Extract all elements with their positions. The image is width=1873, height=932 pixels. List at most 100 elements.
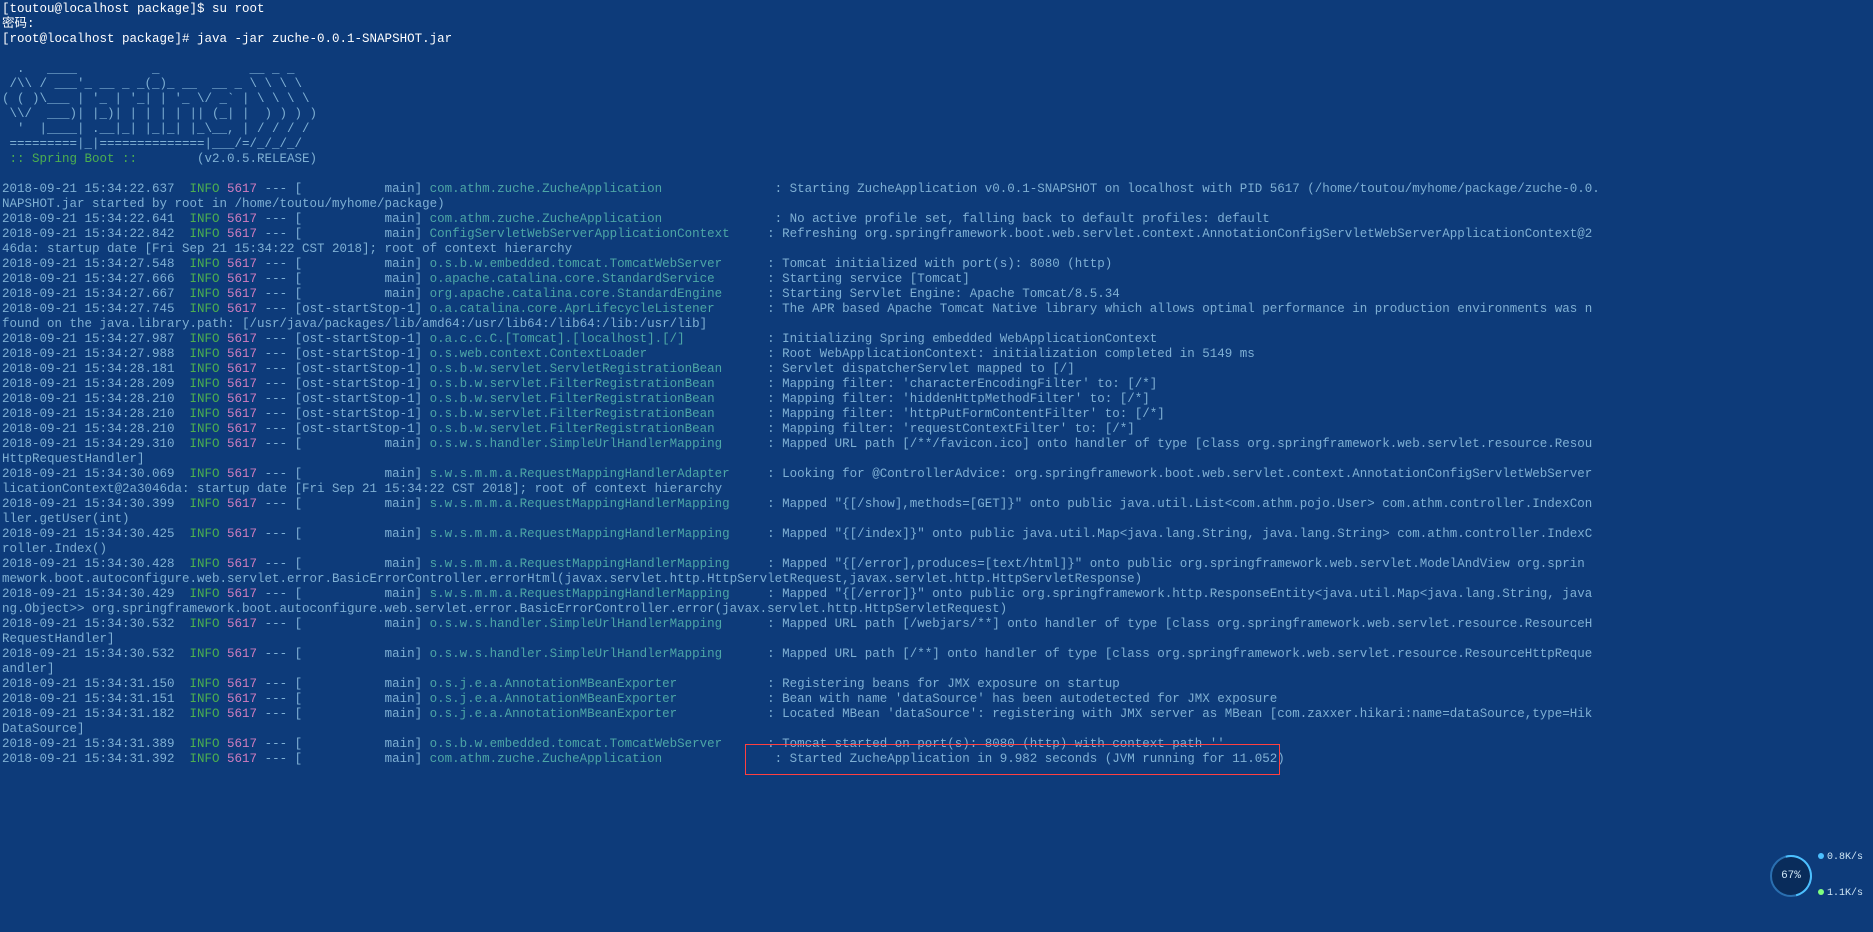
log-token: : Mapped "{[/error],produces=[text/html]… [767, 557, 1585, 571]
log-token: 5617 [227, 437, 257, 451]
log-token: INFO [190, 437, 228, 451]
log-token: --- [ [257, 272, 302, 286]
log-token: ller.getUser(int) [2, 512, 130, 526]
log-token: 2018-09-21 15:34:27.667 [2, 287, 190, 301]
log-token: 2018-09-21 15:34:30.428 [2, 557, 190, 571]
log-token: --- [ [257, 227, 302, 241]
log-token: 5617 [227, 422, 257, 436]
log-line: 2018-09-21 15:34:31.150 INFO 5617 --- [ … [2, 677, 1600, 692]
log-token: : Mapped "{[/show],methods=[GET]}" onto … [767, 497, 1592, 511]
log-token: main] [302, 182, 430, 196]
log-token: 2018-09-21 15:34:31.389 [2, 737, 190, 751]
log-line: 2018-09-21 15:34:28.209 INFO 5617 --- [o… [2, 377, 1600, 392]
log-token: s.w.s.m.m.a.RequestMappingHandlerMapping [430, 497, 768, 511]
log-token: 2018-09-21 15:34:28.210 [2, 407, 190, 421]
log-token: HttpRequestHandler] [2, 452, 145, 466]
log-token: [toutou@localhost package]$ su root [2, 2, 265, 16]
log-token: main] [302, 677, 430, 691]
log-token: --- [ [257, 212, 302, 226]
log-token: 46da: startup date [Fri Sep 21 15:34:22 … [2, 242, 572, 256]
log-line: 2018-09-21 15:34:30.532 INFO 5617 --- [ … [2, 617, 1600, 632]
log-line: 2018-09-21 15:34:22.842 INFO 5617 --- [ … [2, 227, 1600, 242]
terminal-output[interactable]: [toutou@localhost package]$ su root密码:[r… [0, 0, 1602, 769]
log-token: 5617 [227, 647, 257, 661]
log-line: 2018-09-21 15:34:30.399 INFO 5617 --- [ … [2, 497, 1600, 512]
log-line: 2018-09-21 15:34:27.987 INFO 5617 --- [o… [2, 332, 1600, 347]
log-token: : No active profile set, falling back to… [775, 212, 1270, 226]
log-token: o.s.w.s.handler.SimpleUrlHandlerMapping [430, 617, 768, 631]
log-token: : The APR based Apache Tomcat Native lib… [767, 302, 1592, 316]
log-token: --- [ [257, 257, 302, 271]
log-token: :: Spring Boot :: [2, 152, 137, 166]
log-token: 5617 [227, 707, 257, 721]
log-token: s.w.s.m.m.a.RequestMappingHandlerMapping [430, 527, 768, 541]
log-token: INFO [190, 212, 228, 226]
log-line: 2018-09-21 15:34:22.637 INFO 5617 --- [ … [2, 182, 1600, 197]
log-token: 2018-09-21 15:34:22.842 [2, 227, 190, 241]
log-token: main] [302, 437, 430, 451]
log-token: main] [302, 737, 430, 751]
log-token: s.w.s.m.m.a.RequestMappingHandlerMapping [430, 587, 768, 601]
log-token: main] [302, 212, 430, 226]
log-token: 2018-09-21 15:34:27.666 [2, 272, 190, 286]
log-token: --- [ [257, 377, 302, 391]
log-token: --- [ [257, 347, 302, 361]
log-token: : Mapping filter: 'characterEncodingFilt… [767, 377, 1157, 391]
log-token: o.s.web.context.ContextLoader [430, 347, 768, 361]
log-token: main] [302, 497, 430, 511]
log-token: o.s.b.w.embedded.tomcat.TomcatWebServer [430, 737, 768, 751]
log-token: --- [ [257, 437, 302, 451]
log-token: INFO [190, 647, 228, 661]
log-token: 5617 [227, 497, 257, 511]
log-token: 5617 [227, 257, 257, 271]
log-token: com.athm.zuche.ZucheApplication [430, 752, 775, 766]
log-token: 2018-09-21 15:34:29.310 [2, 437, 190, 451]
log-token: : Mapped URL path [/**] onto handler of … [767, 647, 1592, 661]
log-token: 5617 [227, 752, 257, 766]
log-line: roller.Index() [2, 542, 1600, 557]
log-token: 5617 [227, 302, 257, 316]
log-token: : Mapping filter: 'hiddenHttpMethodFilte… [767, 392, 1150, 406]
log-token: --- [ [257, 287, 302, 301]
log-token: : Started ZucheApplication in 9.982 seco… [775, 752, 1285, 766]
log-token: main] [302, 527, 430, 541]
log-line: 2018-09-21 15:34:27.666 INFO 5617 --- [ … [2, 272, 1600, 287]
log-token: mework.boot.autoconfigure.web.servlet.er… [2, 572, 1142, 586]
log-line: 2018-09-21 15:34:30.429 INFO 5617 --- [ … [2, 587, 1600, 602]
log-token: --- [ [257, 302, 302, 316]
log-token: : Tomcat initialized with port(s): 8080 … [767, 257, 1112, 271]
log-token: INFO [190, 302, 228, 316]
log-token: --- [ [257, 362, 302, 376]
log-token: ConfigServletWebServerApplicationContext [430, 227, 768, 241]
log-token: 2018-09-21 15:34:28.210 [2, 422, 190, 436]
log-token: : Servlet dispatcherServlet mapped to [/… [767, 362, 1075, 376]
log-token: 5617 [227, 227, 257, 241]
log-token: : Root WebApplicationContext: initializa… [767, 347, 1255, 361]
log-token: found on the java.library.path: [/usr/ja… [2, 317, 707, 331]
log-token: : Looking for @ControllerAdvice: org.spr… [767, 467, 1592, 481]
log-token: 5617 [227, 212, 257, 226]
log-token: main] [302, 257, 430, 271]
log-token: 2018-09-21 15:34:22.641 [2, 212, 190, 226]
log-token: main] [302, 227, 430, 241]
log-line: ller.getUser(int) [2, 512, 1600, 527]
log-token: INFO [190, 287, 228, 301]
log-token: 2018-09-21 15:34:27.745 [2, 302, 190, 316]
log-token: (v2.0.5.RELEASE) [137, 152, 317, 166]
log-token: o.s.b.w.servlet.FilterRegistrationBean [430, 407, 768, 421]
log-token: --- [ [257, 422, 302, 436]
log-line: 2018-09-21 15:34:31.389 INFO 5617 --- [ … [2, 737, 1600, 752]
log-token: 5617 [227, 467, 257, 481]
log-token: main] [302, 752, 430, 766]
log-line: 2018-09-21 15:34:22.641 INFO 5617 --- [ … [2, 212, 1600, 227]
log-token: o.s.j.e.a.AnnotationMBeanExporter [430, 677, 768, 691]
log-token: licationContext@2a3046da: startup date [… [2, 482, 722, 496]
log-line: 2018-09-21 15:34:30.425 INFO 5617 --- [ … [2, 527, 1600, 542]
log-token: 5617 [227, 332, 257, 346]
log-token: main] [302, 587, 430, 601]
log-token [2, 167, 10, 181]
log-token: 5617 [227, 737, 257, 751]
log-token: : Starting ZucheApplication v0.0.1-SNAPS… [775, 182, 1600, 196]
log-token: : Located MBean 'dataSource': registerin… [767, 707, 1592, 721]
log-token: : Mapped URL path [/**/favicon.ico] onto… [767, 437, 1592, 451]
